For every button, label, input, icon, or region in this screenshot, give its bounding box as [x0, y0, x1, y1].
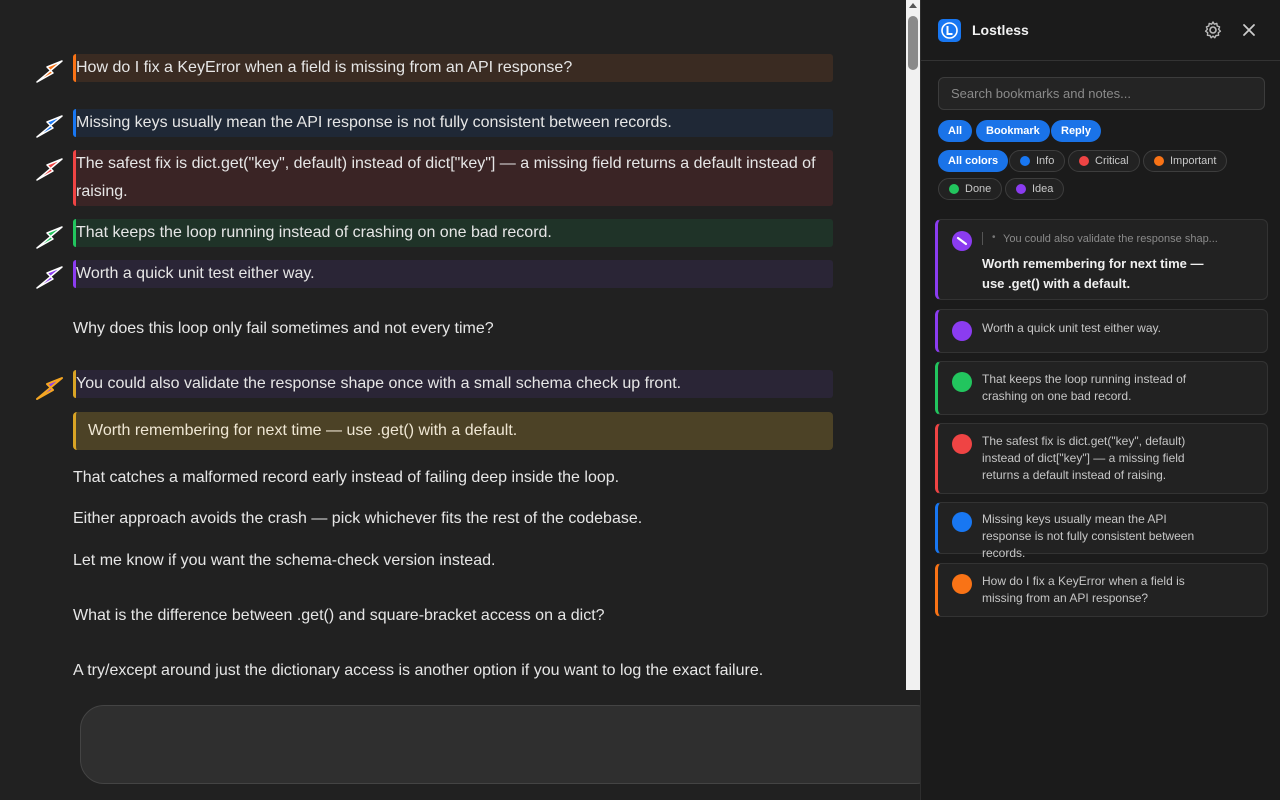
purple-orange-flag-icon[interactable]	[34, 373, 64, 401]
green-dot-icon	[949, 184, 959, 194]
card-text: That keeps the loop running instead of c…	[982, 372, 1187, 403]
color-filter-info[interactable]: Info	[1009, 150, 1066, 172]
bookmark-card[interactable]: Worth a quick unit test either way.	[935, 309, 1268, 353]
card-quote: You could also validate the response sha…	[1003, 233, 1218, 245]
highlighted-message[interactable]: The safest fix is dict.get("key", defaul…	[73, 150, 833, 206]
quote-bullet: •	[992, 232, 996, 243]
chat-message: A try/except around just the dictionary …	[73, 662, 764, 679]
chat-message: That catches a malformed record early in…	[73, 469, 620, 486]
close-icon[interactable]	[1239, 20, 1259, 40]
color-filter-all[interactable]: All colors	[938, 150, 1009, 172]
highlighted-message[interactable]: Missing keys usually mean the API respon…	[73, 109, 833, 137]
green-flag-icon[interactable]	[34, 222, 64, 250]
purple-flag-icon[interactable]	[34, 262, 64, 290]
red-flag-icon[interactable]	[34, 154, 64, 182]
highlighted-message[interactable]: That keeps the loop running instead of c…	[73, 219, 833, 247]
bookmark-card[interactable]: • You could also validate the response s…	[935, 219, 1268, 300]
panel-title: Lostless	[972, 22, 1029, 38]
blue-dot-icon	[1020, 156, 1030, 166]
reply-note-icon	[952, 231, 972, 251]
bookmark-card[interactable]: Missing keys usually mean the API respon…	[935, 502, 1268, 560]
color-filter-important[interactable]: Important	[1143, 150, 1228, 172]
scroll-thumb[interactable]	[908, 16, 918, 70]
quote-bar	[982, 232, 983, 245]
filter-bookmark[interactable]: Bookmark	[976, 120, 1050, 142]
bookmark-card[interactable]: The safest fix is dict.get("key", defaul…	[935, 423, 1268, 494]
blue-flag-icon[interactable]	[34, 111, 64, 139]
bookmark-card[interactable]: That keeps the loop running instead of c…	[935, 361, 1268, 415]
color-filter-done[interactable]: Done	[938, 178, 1003, 200]
purple-bookmark-icon	[952, 321, 972, 341]
highlighted-message[interactable]: How do I fix a KeyError when a field is …	[73, 54, 833, 82]
orange-dot-icon	[1154, 156, 1164, 166]
color-filter-idea[interactable]: Idea	[1005, 178, 1065, 200]
panel-header: Lostless	[921, 0, 1280, 61]
chat-message: Let me know if you want the schema-check…	[73, 552, 496, 569]
card-text: The safest fix is dict.get("key", defaul…	[982, 434, 1186, 482]
card-text: Missing keys usually mean the API respon…	[982, 512, 1195, 560]
gear-icon[interactable]	[1203, 20, 1223, 40]
chat-scrollbar[interactable]	[906, 0, 920, 690]
red-bookmark-icon	[952, 434, 972, 454]
color-filter-critical[interactable]: Critical	[1068, 150, 1140, 172]
highlighted-message[interactable]: Worth a quick unit test either way.	[73, 260, 833, 288]
green-bookmark-icon	[952, 372, 972, 392]
card-note: Worth remembering for next time — use .g…	[982, 256, 1204, 291]
orange-bookmark-icon	[952, 574, 972, 594]
scroll-up-arrow-icon[interactable]	[909, 3, 917, 8]
chat-area: How do I fix a KeyError when a field is …	[0, 0, 906, 690]
message-composer[interactable]	[80, 705, 940, 784]
filter-all[interactable]: All	[938, 120, 973, 142]
red-dot-icon	[1079, 156, 1089, 166]
filter-reply[interactable]: Reply	[1051, 120, 1101, 142]
purple-dot-icon	[1016, 184, 1026, 194]
chat-message: What is the difference between .get() an…	[73, 607, 605, 624]
search-input[interactable]	[938, 77, 1265, 110]
lostless-logo-icon	[938, 19, 961, 42]
highlighted-message[interactable]: You could also validate the response sha…	[73, 370, 833, 398]
bookmark-card[interactable]: How do I fix a KeyError when a field is …	[935, 563, 1268, 617]
chat-message: Why does this loop only fail sometimes a…	[73, 320, 494, 337]
lostless-panel: Lostless All Bookmark Reply All colors I…	[920, 0, 1280, 800]
card-text: Worth a quick unit test either way.	[982, 321, 1161, 335]
chat-message: Either approach avoids the crash — pick …	[73, 510, 643, 527]
orange-flag-icon[interactable]	[34, 56, 64, 84]
blue-bookmark-icon	[952, 512, 972, 532]
inline-note[interactable]: Worth remembering for next time — use .g…	[73, 412, 833, 450]
card-text: How do I fix a KeyError when a field is …	[982, 574, 1185, 605]
